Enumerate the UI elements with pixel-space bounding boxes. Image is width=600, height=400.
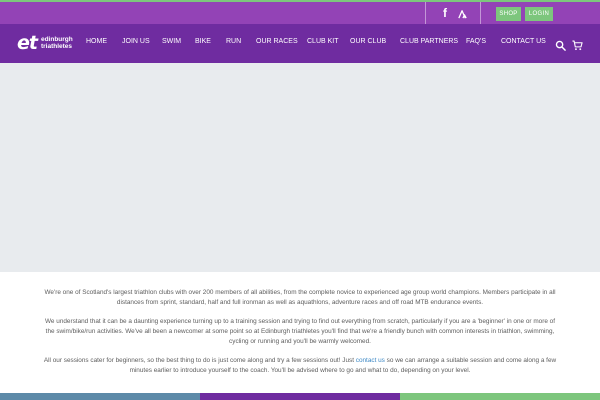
login-button[interactable]: LOGIN [525,7,553,21]
footer-bar-blue [0,393,200,400]
footer-color-bars [0,393,600,400]
intro-paragraph-1: We're one of Scotland's largest triathlo… [44,289,556,306]
nav-item-our-club[interactable]: OUR CLUB [350,38,386,45]
hero-banner [0,63,600,272]
nav-item-run[interactable]: RUN [226,38,241,45]
divider [480,2,481,24]
cart-icon[interactable] [572,38,583,51]
contact-us-link[interactable]: contact us [356,357,385,364]
logo-mark: et [17,31,38,54]
site-logo[interactable]: et edinburgh triathletes [17,32,73,54]
intro-paragraph-2: We understand that it can be a daunting … [45,318,555,345]
nav-item-bike[interactable]: BIKE [195,38,211,45]
nav-item-club-partners[interactable]: CLUB PARTNERS [400,38,458,45]
logo-text: edinburgh triathletes [41,36,73,50]
logo-line-1: edinburgh [40,36,73,43]
main-navigation: et edinburgh triathletes HOME JOIN US SW… [0,24,600,63]
facebook-icon[interactable]: f [438,6,452,20]
nav-item-home[interactable]: HOME [86,38,107,45]
footer-bar-green [400,393,600,400]
divider [425,2,426,24]
strava-icon[interactable] [455,6,469,20]
intro-paragraph-3: All our sessions cater for beginners, so… [40,356,560,376]
footer-bar-purple [200,393,400,400]
intro-text: All our sessions cater for beginners, so… [43,357,356,364]
nav-item-swim[interactable]: SWIM [162,38,181,45]
nav-item-contact-us[interactable]: CONTACT US [501,38,546,45]
top-utility-bar: f SHOP LOGIN [0,2,600,24]
nav-item-our-races[interactable]: OUR RACES [256,38,298,45]
logo-line-2: triathletes [40,43,73,50]
search-icon[interactable] [555,38,566,51]
nav-item-join-us[interactable]: JOIN US [122,38,150,45]
nav-item-club-kit[interactable]: CLUB KIT [307,38,339,45]
nav-item-faqs[interactable]: FAQ'S [466,38,486,45]
intro-section: We're one of Scotland's largest triathlo… [0,272,600,394]
shop-button[interactable]: SHOP [496,7,521,21]
